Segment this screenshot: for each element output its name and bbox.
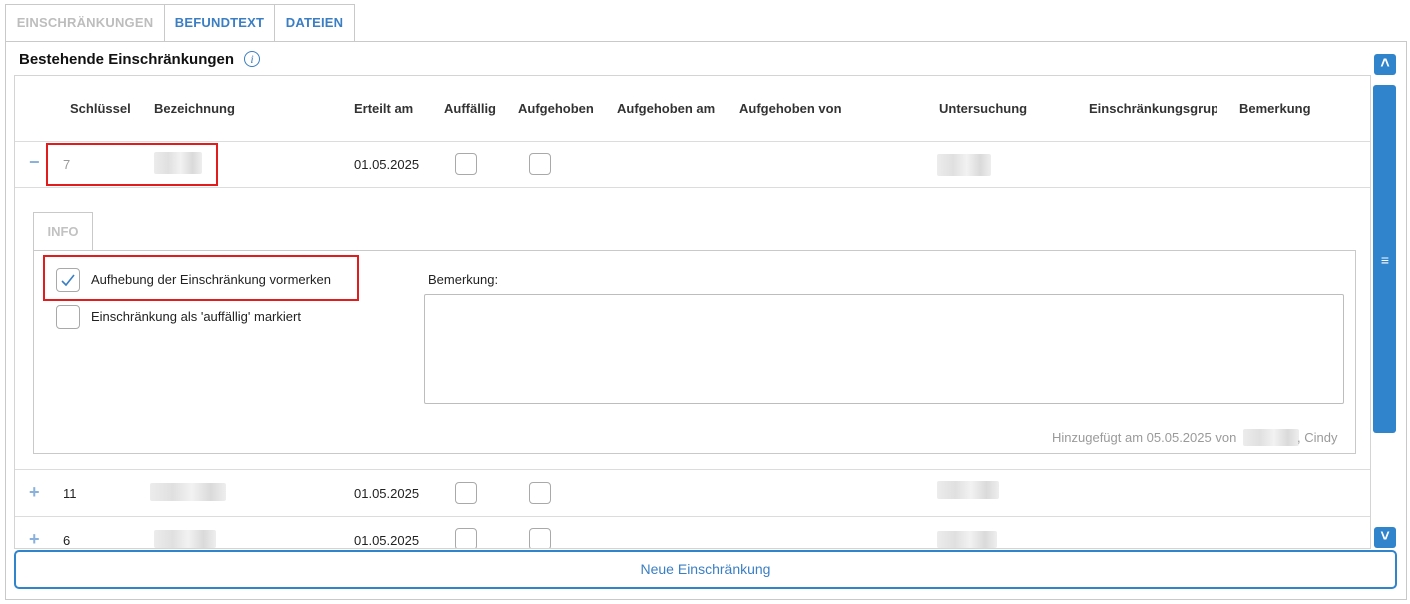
info-icon[interactable]: i xyxy=(244,51,260,67)
chevron-up-icon: ˄ xyxy=(1380,55,1390,72)
row-erteilt-am: 01.05.2025 xyxy=(354,533,420,548)
column-header-erteilt-am[interactable]: Erteilt am xyxy=(354,101,413,116)
new-restriction-button[interactable]: Neue Einschränkung xyxy=(14,550,1397,589)
info-panel: Aufhebung der Einschränkung vormerken Ei… xyxy=(33,250,1356,454)
auffaellig-markiert-checkbox[interactable] xyxy=(56,305,80,329)
tab-info[interactable]: INFO xyxy=(33,212,93,251)
redacted-untersuchung xyxy=(937,531,997,548)
aufgehoben-checkbox[interactable] xyxy=(529,482,551,504)
tab-befundtext[interactable]: BEFUNDTEXT xyxy=(164,4,275,41)
column-header-bezeichnung[interactable]: Bezeichnung xyxy=(154,101,235,116)
highlight-box xyxy=(46,143,218,186)
redacted-bezeichnung xyxy=(150,483,226,501)
row-key: 11 xyxy=(63,486,77,501)
expand-row-toggle[interactable]: + xyxy=(29,529,40,548)
column-header-bemerkung[interactable]: Bemerkung xyxy=(1239,101,1311,116)
aufgehoben-checkbox[interactable] xyxy=(529,153,551,175)
row-divider xyxy=(15,469,1370,470)
row-erteilt-am: 01.05.2025 xyxy=(354,486,420,501)
row-divider xyxy=(15,516,1370,517)
column-header-aufgehoben[interactable]: Aufgehoben xyxy=(518,101,594,116)
auffaellig-checkbox[interactable] xyxy=(455,482,477,504)
redacted-added-by xyxy=(1243,429,1299,446)
auffaellig-checkbox[interactable] xyxy=(455,153,477,175)
added-info-prefix: Hinzugefügt am 05.05.2025 von xyxy=(1052,430,1237,445)
restrictions-grid: Schlüssel Bezeichnung Erteilt am Auffäll… xyxy=(14,75,1371,549)
column-header-auffaellig[interactable]: Auffällig xyxy=(444,101,496,116)
aufgehoben-checkbox[interactable] xyxy=(529,528,551,548)
row-divider xyxy=(15,141,1370,142)
row-divider xyxy=(15,187,1370,188)
auffaellig-markiert-label[interactable]: Einschränkung als 'auffällig' markiert xyxy=(91,309,301,324)
added-info-suffix: , Cindy xyxy=(1297,430,1338,445)
column-header-schluessel[interactable]: Schlüssel xyxy=(70,101,131,116)
grip-icon: ≡ xyxy=(1380,252,1390,268)
scroll-down-button[interactable]: ˅ xyxy=(1374,527,1396,548)
expand-row-toggle[interactable]: + xyxy=(29,482,40,503)
row-erteilt-am: 01.05.2025 xyxy=(354,157,420,172)
tab-einschraenkungen[interactable]: EINSCHRÄNKUNGEN xyxy=(5,4,165,41)
highlight-box xyxy=(43,255,359,301)
redacted-untersuchung xyxy=(937,481,999,499)
bemerkung-label: Bemerkung: xyxy=(428,272,499,287)
redacted-bezeichnung xyxy=(154,530,216,548)
collapse-row-toggle[interactable]: − xyxy=(29,152,40,173)
column-header-untersuchung[interactable]: Untersuchung xyxy=(939,101,1027,116)
column-header-aufgehoben-am[interactable]: Aufgehoben am xyxy=(617,101,715,116)
column-header-einschraenkungsgruppe[interactable]: Einschränkungsgrup xyxy=(1089,101,1217,116)
auffaellig-checkbox[interactable] xyxy=(455,528,477,548)
column-header-aufgehoben-von[interactable]: Aufgehoben von xyxy=(739,101,842,116)
chevron-down-icon: ˅ xyxy=(1380,528,1390,545)
scroll-up-button[interactable]: ˄ xyxy=(1374,54,1396,75)
tab-dateien[interactable]: DATEIEN xyxy=(274,4,355,41)
section-title: Bestehende Einschränkungen xyxy=(19,51,235,68)
bemerkung-textarea[interactable] xyxy=(424,294,1344,404)
row-key: 6 xyxy=(63,533,71,548)
redacted-untersuchung xyxy=(937,154,991,176)
